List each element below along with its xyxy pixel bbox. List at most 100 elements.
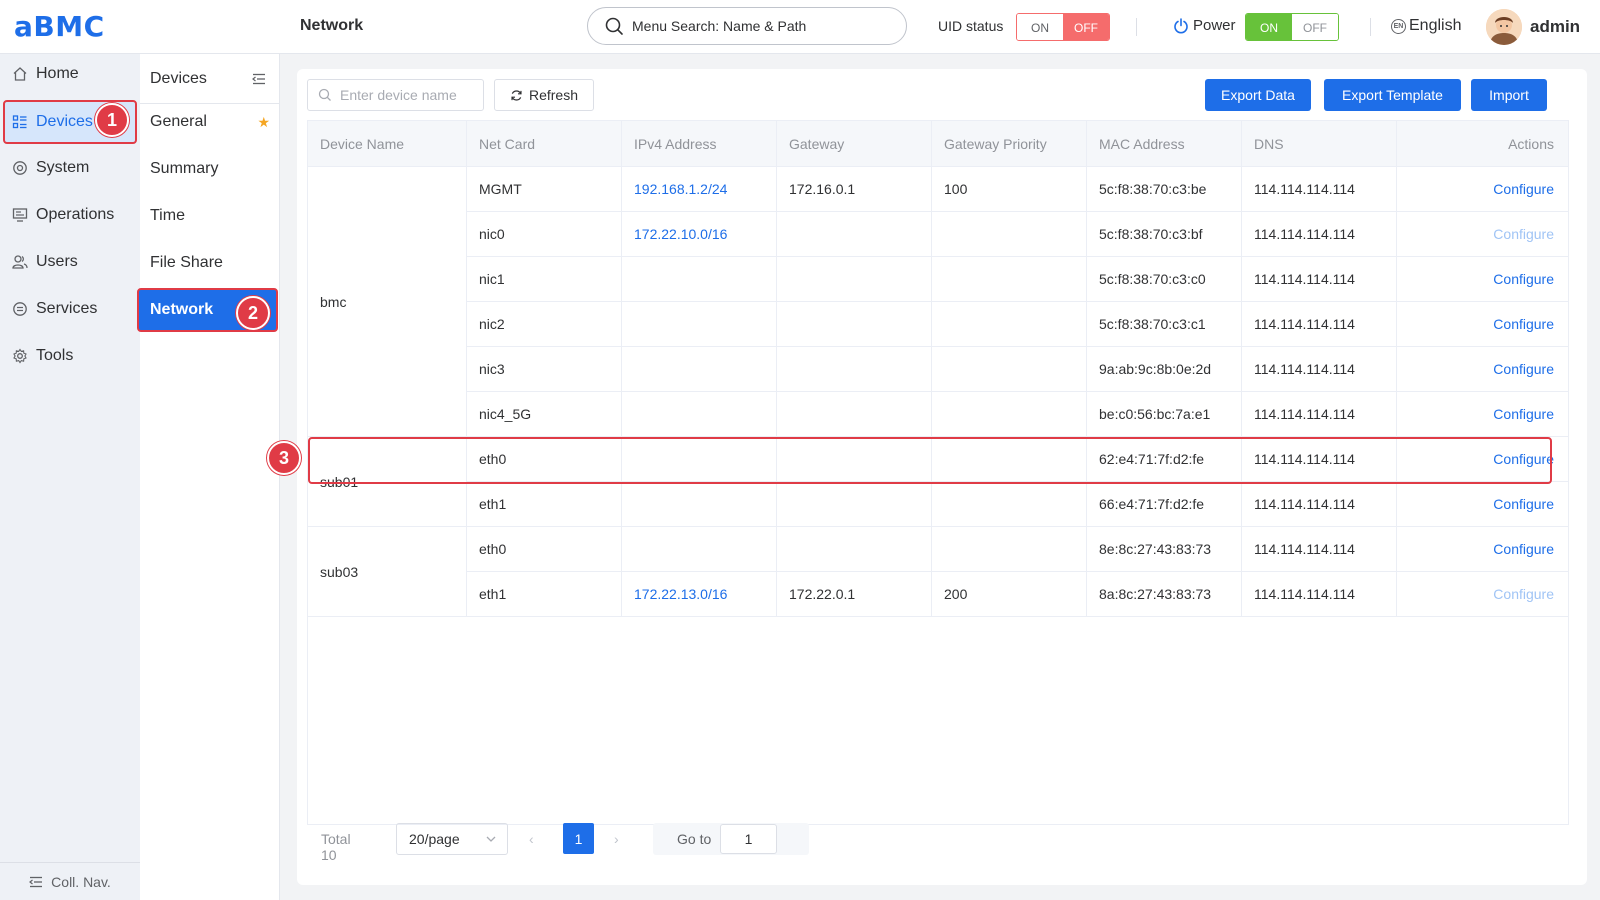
prev-page-icon[interactable]: ‹: [529, 831, 534, 847]
menu-search-placeholder: Menu Search: Name & Path: [632, 18, 807, 34]
configure-link[interactable]: Configure: [1397, 302, 1568, 347]
mac-cell: 8a:8c:27:43:83:73: [1087, 572, 1242, 617]
power-icon: [1174, 17, 1188, 33]
net-card-cell: MGMT: [467, 167, 622, 212]
collapse-nav-button[interactable]: Coll. Nav.: [0, 862, 140, 900]
column-header: Net Card: [467, 121, 622, 167]
refresh-label: Refresh: [528, 87, 579, 103]
sidebar-item-label: Devices: [36, 113, 93, 130]
table-header: Device Name Net Card IPv4 Address Gateway Ga…: [308, 121, 1568, 167]
network-table: Device Name Net Card IPv4 Address Gateway Ga…: [307, 120, 1569, 825]
ipv4-cell[interactable]: 172.22.10.0/16: [622, 212, 777, 257]
submenu-item-summary[interactable]: Summary: [140, 149, 280, 189]
ipv4-cell[interactable]: 192.168.1.2/24: [622, 167, 777, 212]
device-search-input[interactable]: [307, 79, 484, 111]
sidebar-item-tools[interactable]: Tools: [0, 336, 140, 376]
uid-status-label: UID status: [938, 18, 1004, 34]
sidebar-item-operations[interactable]: Operations: [0, 195, 140, 235]
net-card-cell: eth1: [467, 572, 622, 617]
column-header: MAC Address: [1087, 121, 1242, 167]
ipv4-cell: [622, 257, 777, 302]
submenu-item-label: General: [150, 113, 207, 130]
total-count: Total 10: [321, 831, 351, 863]
sidebar-item-label: Operations: [36, 206, 115, 223]
submenu-item-file-share[interactable]: File Share: [140, 243, 280, 283]
column-header: Gateway Priority: [932, 121, 1087, 167]
dns-cell: 114.114.114.114: [1242, 302, 1397, 347]
gateway-cell: 172.22.0.1: [777, 572, 932, 617]
net-card-cell: eth1: [467, 482, 622, 527]
net-card-cell: eth0: [467, 437, 622, 482]
avatar-image: [1486, 9, 1522, 45]
page-size-select[interactable]: 20/page: [396, 823, 508, 855]
next-page-icon[interactable]: ›: [614, 831, 619, 847]
menu-search-input[interactable]: Menu Search: Name & Path: [587, 7, 907, 45]
goto-page-input[interactable]: 1: [720, 824, 777, 854]
users-icon: [12, 254, 28, 270]
power-text: Power: [1193, 17, 1236, 34]
configure-link[interactable]: Configure: [1397, 257, 1568, 302]
priority-cell: [932, 437, 1087, 482]
language-icon: EN: [1391, 18, 1406, 34]
sidebar-item-system[interactable]: System: [0, 148, 140, 188]
uid-off-option[interactable]: OFF: [1063, 14, 1109, 40]
mac-cell: 8e:8c:27:43:83:73: [1087, 527, 1242, 572]
mac-cell: 5c:f8:38:70:c3:c0: [1087, 257, 1242, 302]
refresh-button[interactable]: Refresh: [494, 79, 594, 111]
configure-link[interactable]: Configure: [1397, 437, 1568, 482]
sidebar-item-home[interactable]: Home: [0, 54, 140, 94]
configure-link[interactable]: Configure: [1397, 482, 1568, 527]
step-badge-2: 2: [236, 296, 270, 330]
power-off-option[interactable]: OFF: [1292, 14, 1338, 40]
ipv4-cell[interactable]: 172.22.13.0/16: [622, 572, 777, 617]
power-toggle[interactable]: ON OFF: [1245, 13, 1339, 41]
power-on-option[interactable]: ON: [1246, 14, 1292, 40]
power-label: Power: [1173, 17, 1236, 34]
dns-cell: 114.114.114.114: [1242, 572, 1397, 617]
device-search-field[interactable]: [340, 87, 470, 103]
search-icon: [605, 17, 623, 35]
collapse-submenu-icon[interactable]: [252, 72, 266, 90]
submenu-item-general[interactable]: General ★: [140, 102, 280, 142]
sidebar-item-label: Home: [36, 65, 79, 82]
gateway-cell: [777, 257, 932, 302]
mac-cell: 5c:f8:38:70:c3:c1: [1087, 302, 1242, 347]
language-label: English: [1409, 17, 1462, 34]
import-button[interactable]: Import: [1471, 79, 1547, 111]
uid-on-option[interactable]: ON: [1017, 14, 1063, 40]
sidebar-item-services[interactable]: Services: [0, 289, 140, 329]
submenu-item-time[interactable]: Time: [140, 196, 280, 236]
star-icon[interactable]: ★: [257, 114, 270, 131]
configure-link[interactable]: Configure: [1397, 572, 1568, 617]
configure-link[interactable]: Configure: [1397, 527, 1568, 572]
ipv4-cell: [622, 392, 777, 437]
collapse-nav-label: Coll. Nav.: [51, 873, 111, 890]
configure-link[interactable]: Configure: [1397, 212, 1568, 257]
logo[interactable]: aBMC: [14, 10, 105, 43]
dns-cell: 114.114.114.114: [1242, 347, 1397, 392]
gateway-cell: [777, 212, 932, 257]
language-selector[interactable]: EN English: [1391, 17, 1461, 35]
user-name[interactable]: admin: [1530, 17, 1580, 37]
sidebar-item-users[interactable]: Users: [0, 242, 140, 282]
device-name-cell: sub01: [308, 437, 467, 527]
page-number-button[interactable]: 1: [563, 823, 594, 854]
services-icon: [12, 301, 28, 317]
configure-link[interactable]: Configure: [1397, 347, 1568, 392]
configure-link[interactable]: Configure: [1397, 167, 1568, 212]
dns-cell: 114.114.114.114: [1242, 257, 1397, 302]
header-divider: [1370, 18, 1371, 36]
priority-cell: 200: [932, 572, 1087, 617]
avatar[interactable]: [1486, 9, 1522, 45]
net-card-cell: nic3: [467, 347, 622, 392]
priority-cell: [932, 482, 1087, 527]
uid-status-toggle[interactable]: ON OFF: [1016, 13, 1110, 41]
ipv4-cell: [622, 347, 777, 392]
dns-cell: 114.114.114.114: [1242, 482, 1397, 527]
priority-cell: [932, 347, 1087, 392]
export-template-button[interactable]: Export Template: [1324, 79, 1461, 111]
configure-link[interactable]: Configure: [1397, 392, 1568, 437]
export-data-button[interactable]: Export Data: [1205, 79, 1311, 111]
main-sidebar: Home Devices System Operations Users Ser…: [0, 54, 140, 900]
gateway-cell: [777, 482, 932, 527]
